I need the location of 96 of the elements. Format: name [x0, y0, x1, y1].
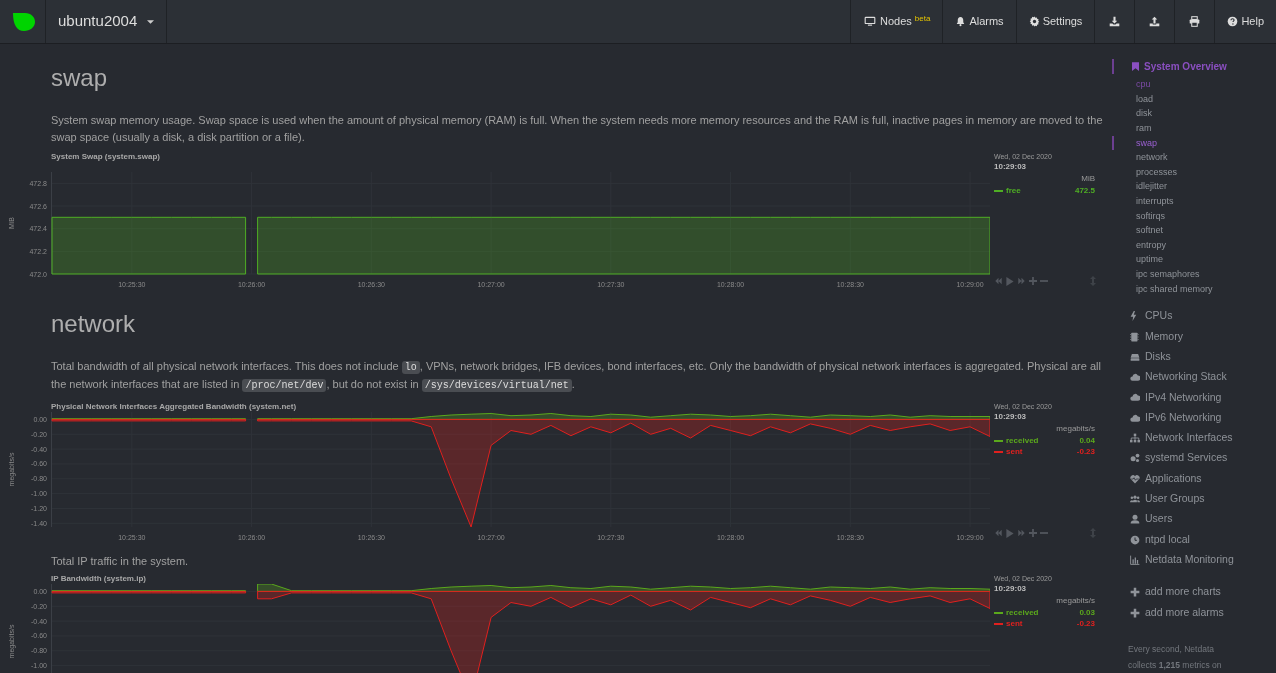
host-dropdown[interactable]: ubuntu2004 — [46, 0, 168, 43]
sidebar-item[interactable]: Networking Stack — [1112, 367, 1266, 388]
sidebar-action-link[interactable]: add more alarms — [1112, 602, 1266, 623]
plus-icon — [1130, 587, 1140, 598]
section-heading: network — [51, 310, 137, 338]
sidebar-subitem[interactable]: swap — [1112, 135, 1266, 151]
clock-icon — [1130, 534, 1140, 545]
bookmark-icon — [1132, 62, 1139, 72]
legend-series-name[interactable]: sent — [1006, 617, 1077, 630]
nodes-button[interactable]: Nodes beta — [850, 0, 943, 43]
legend-value: 0.03 — [1079, 606, 1095, 619]
play-icon — [1006, 276, 1014, 286]
cloud-icon — [1130, 412, 1140, 423]
settings-icon — [1028, 16, 1040, 27]
heartbeat-icon — [1130, 473, 1140, 484]
chip-icon — [1130, 331, 1140, 342]
legend-time: 10:29:03 — [994, 162, 1028, 172]
legend-units: MiB — [1081, 173, 1096, 185]
section-heading: swap — [51, 64, 109, 92]
legend-series-name[interactable]: received — [1006, 606, 1080, 619]
rewind-icon — [994, 529, 1003, 537]
sitemap-icon — [1130, 433, 1140, 444]
legend-value: -0.23 — [1076, 617, 1095, 630]
rewind-icon — [994, 277, 1003, 285]
zoom-in-icon — [1029, 529, 1037, 537]
sidebar-subitem[interactable]: network — [1112, 150, 1266, 165]
sidebar-subitem[interactable]: uptime — [1112, 252, 1266, 267]
upload-icon — [1149, 16, 1161, 27]
section-description: Total bandwidth of all physical network interfaces. This does not include lo , VPNs, network bridges, IFB devices, bond interfaces, etc. Only the bandwidth of physical network interfaces is aggregated. Physical are all the network interfaces that are listed in /proc/net/dev , but do not exist in /sys/devices/virtual/net . — [51, 359, 1102, 394]
sidebar-item[interactable]: IPv4 Networking — [1112, 387, 1266, 408]
legend-value: 472.5 — [1074, 184, 1095, 197]
legend-value: -0.23 — [1076, 445, 1095, 458]
fast-forward-icon — [1017, 529, 1026, 537]
sidebar-item[interactable]: Memory — [1112, 326, 1266, 347]
sidebar-subitem[interactable]: entropy — [1112, 237, 1266, 253]
legend-time: 10:29:03 — [994, 412, 1028, 422]
sidebar-item[interactable]: ntpd local — [1112, 529, 1266, 550]
zoom-out-icon — [1040, 529, 1048, 537]
sidebar-subitem[interactable]: ram — [1112, 121, 1266, 136]
legend-series-name[interactable]: sent — [1006, 445, 1077, 458]
caret-icon — [147, 19, 155, 24]
gears-icon — [1130, 453, 1140, 464]
legend-series-name[interactable]: received — [1006, 434, 1080, 447]
bar-chart-icon — [1130, 554, 1140, 565]
help-button[interactable]: Help — [1214, 0, 1276, 43]
sidebar-item[interactable]: Network Interfaces — [1112, 427, 1266, 449]
sidebar-item[interactable]: Disks — [1112, 346, 1266, 368]
alarms-button[interactable]: Alarms — [942, 0, 1016, 43]
cloud-icon — [1130, 392, 1140, 403]
sidebar-subitem[interactable]: disk — [1112, 106, 1266, 121]
sidebar-heading[interactable]: System Overview — [1112, 59, 1266, 75]
chart-description: Total IP traffic in the system. — [51, 554, 190, 568]
legend-series-name[interactable]: free — [1006, 184, 1075, 197]
sidebar-subitem[interactable]: softirqs — [1112, 208, 1266, 224]
monitor-icon — [863, 16, 877, 27]
resize-handle-icon — [1090, 528, 1096, 538]
settings-button[interactable]: Settings — [1015, 0, 1095, 43]
sidebar-subitem[interactable]: idlejitter — [1112, 179, 1266, 194]
zoom-in-icon — [1029, 277, 1037, 285]
legend-value: 0.04 — [1079, 434, 1095, 447]
legend-units: megabits/s — [1056, 423, 1096, 435]
sidebar-item[interactable]: Applications — [1112, 468, 1266, 489]
chart-title: IP Bandwidth (system.ip) — [51, 574, 147, 584]
cloud-icon — [1130, 372, 1140, 383]
zoom-out-icon — [1040, 277, 1048, 285]
play-icon — [1006, 528, 1014, 538]
sidebar-item[interactable]: CPUs — [1112, 306, 1266, 327]
sidebar-subitem[interactable]: ipc semaphores — [1112, 266, 1266, 282]
sidebar-item[interactable]: Users — [1112, 509, 1266, 530]
users-icon — [1130, 493, 1140, 504]
legend-units: megabits/s — [1056, 595, 1096, 607]
legend-time: 10:29:03 — [994, 584, 1028, 594]
plus-icon — [1130, 607, 1140, 618]
resize-handle-icon — [1090, 276, 1096, 286]
printer-icon — [1189, 16, 1201, 27]
beta-label: beta — [914, 13, 931, 25]
sidebar-item[interactable]: Netdata Monitoring — [1112, 549, 1266, 570]
user-icon — [1130, 514, 1140, 525]
sidebar-item[interactable]: IPv6 Networking — [1112, 407, 1266, 428]
sidebar-subitem[interactable]: processes — [1112, 164, 1266, 180]
sidebar-item[interactable]: systemd Services — [1112, 448, 1266, 469]
sidebar-subitem[interactable]: load — [1112, 91, 1266, 107]
sidebar-action-link[interactable]: add more charts — [1112, 582, 1266, 603]
section-description: System swap memory usage. Swap space is used when the amount of physical memory (RAM) is full. When the system needs more memory resources and the RAM is full, inactive pages in memory are moved to the swap space (usually a disk, a disk partition or a file). — [51, 113, 1104, 145]
help-icon — [1227, 16, 1239, 27]
sidebar-subitem[interactable]: ipc shared memory — [1112, 281, 1266, 297]
download-icon — [1109, 16, 1121, 27]
sidebar-footer-text: Every second, Netdata collects 1,215 metrics on — [1128, 643, 1223, 672]
sidebar-subitem[interactable]: softnet — [1112, 223, 1266, 238]
hard-drive-icon — [1130, 351, 1140, 362]
chart-title: Physical Network Interfaces Aggregated Bandwidth (system.net) — [51, 402, 298, 412]
bell-icon — [955, 16, 967, 27]
fast-forward-icon — [1017, 277, 1026, 285]
sidebar-item[interactable]: User Groups — [1112, 488, 1266, 510]
sidebar-subitem[interactable]: interrupts — [1112, 194, 1266, 209]
chart-title: System Swap (system.swap) — [51, 152, 161, 162]
